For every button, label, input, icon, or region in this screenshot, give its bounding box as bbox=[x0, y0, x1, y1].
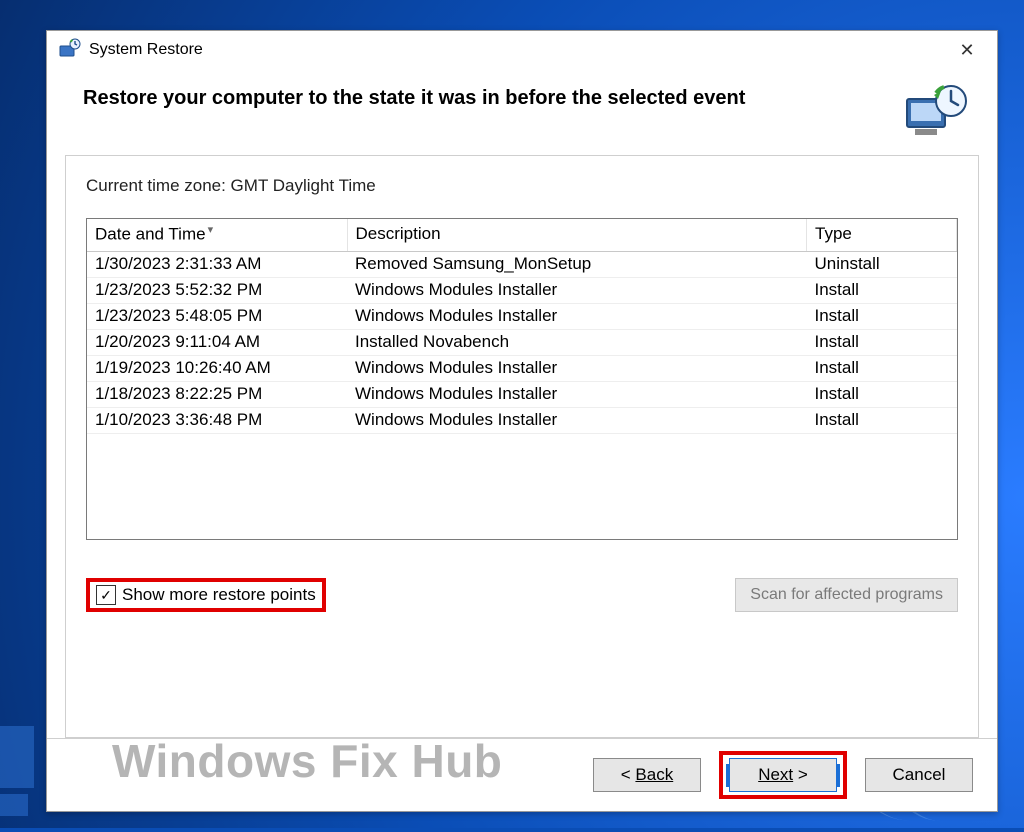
cell-type: Install bbox=[807, 407, 957, 433]
restore-points-table[interactable]: Date and Time▾ Description Type bbox=[86, 218, 958, 540]
cell-desc: Windows Modules Installer bbox=[347, 355, 807, 381]
show-more-label: Show more restore points bbox=[122, 585, 316, 605]
next-button[interactable]: Next > bbox=[729, 758, 837, 792]
dialog-header: Restore your computer to the state it wa… bbox=[47, 69, 997, 147]
table-row[interactable]: 1/23/2023 5:48:05 PM Windows Modules Ins… bbox=[87, 303, 957, 329]
show-more-checkbox[interactable]: ✓ Show more restore points bbox=[86, 578, 326, 612]
cell-type: Install bbox=[807, 381, 957, 407]
cell-date: 1/20/2023 9:11:04 AM bbox=[87, 329, 347, 355]
sort-desc-icon: ▾ bbox=[208, 224, 214, 236]
close-icon: ✕ bbox=[959, 40, 974, 61]
col-date-time[interactable]: Date and Time▾ bbox=[87, 219, 347, 251]
cell-type: Install bbox=[807, 329, 957, 355]
back-button-label: Back bbox=[635, 765, 673, 785]
cell-desc: Removed Samsung_MonSetup bbox=[347, 251, 807, 277]
cell-desc: Windows Modules Installer bbox=[347, 277, 807, 303]
dialog-heading: Restore your computer to the state it wa… bbox=[83, 83, 901, 110]
cell-type: Install bbox=[807, 303, 957, 329]
table-row[interactable]: 1/10/2023 3:36:48 PM Windows Modules Ins… bbox=[87, 407, 957, 433]
restore-title-icon bbox=[57, 38, 81, 62]
col-date-time-label: Date and Time bbox=[95, 225, 206, 244]
cell-desc: Windows Modules Installer bbox=[347, 303, 807, 329]
table-row[interactable]: 1/18/2023 8:22:25 PM Windows Modules Ins… bbox=[87, 381, 957, 407]
cell-date: 1/10/2023 3:36:48 PM bbox=[87, 407, 347, 433]
cell-date: 1/19/2023 10:26:40 AM bbox=[87, 355, 347, 381]
back-button[interactable]: < Back bbox=[593, 758, 701, 792]
table-row[interactable]: 1/30/2023 2:31:33 AM Removed Samsung_Mon… bbox=[87, 251, 957, 277]
cell-type: Install bbox=[807, 277, 957, 303]
dialog-footer: < Back Next > Cancel bbox=[47, 738, 997, 811]
cell-desc: Installed Novabench bbox=[347, 329, 807, 355]
table-header-row[interactable]: Date and Time▾ Description Type bbox=[87, 219, 957, 251]
checkbox-icon: ✓ bbox=[96, 585, 116, 605]
titlebar: System Restore ✕ bbox=[47, 31, 997, 69]
table-row[interactable]: 1/23/2023 5:52:32 PM Windows Modules Ins… bbox=[87, 277, 957, 303]
table-row[interactable]: 1/19/2023 10:26:40 AM Windows Modules In… bbox=[87, 355, 957, 381]
col-type[interactable]: Type bbox=[807, 219, 957, 251]
cell-date: 1/18/2023 8:22:25 PM bbox=[87, 381, 347, 407]
cell-date: 1/30/2023 2:31:33 AM bbox=[87, 251, 347, 277]
next-button-label: Next bbox=[758, 765, 793, 785]
cell-date: 1/23/2023 5:52:32 PM bbox=[87, 277, 347, 303]
cell-type: Uninstall bbox=[807, 251, 957, 277]
window-title: System Restore bbox=[89, 41, 203, 59]
system-restore-dialog: System Restore ✕ Restore your computer t… bbox=[46, 30, 998, 812]
table-row[interactable]: 1/20/2023 9:11:04 AM Installed Novabench… bbox=[87, 329, 957, 355]
restore-hero-icon bbox=[901, 83, 973, 139]
col-type-label: Type bbox=[815, 224, 852, 243]
col-description[interactable]: Description bbox=[347, 219, 807, 251]
cell-desc: Windows Modules Installer bbox=[347, 407, 807, 433]
cell-desc: Windows Modules Installer bbox=[347, 381, 807, 407]
cell-type: Install bbox=[807, 355, 957, 381]
close-button[interactable]: ✕ bbox=[947, 34, 987, 66]
below-table-row: ✓ Show more restore points Scan for affe… bbox=[86, 578, 958, 612]
cancel-button[interactable]: Cancel bbox=[865, 758, 973, 792]
cell-date: 1/23/2023 5:48:05 PM bbox=[87, 303, 347, 329]
scan-affected-button: Scan for affected programs bbox=[735, 578, 958, 612]
annotation-highlight-next: Next > bbox=[719, 751, 847, 799]
col-description-label: Description bbox=[356, 224, 441, 243]
timezone-label: Current time zone: GMT Daylight Time bbox=[86, 176, 958, 196]
dialog-body: Current time zone: GMT Daylight Time Dat… bbox=[65, 155, 979, 738]
